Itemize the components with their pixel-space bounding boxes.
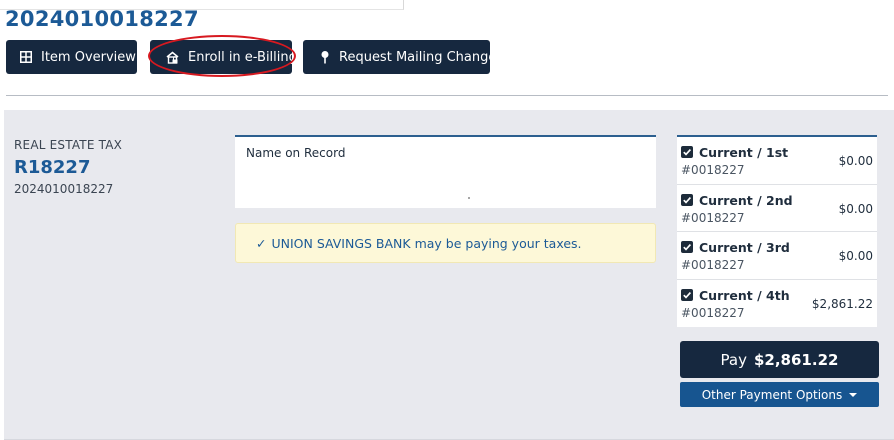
annotation-highlight-ring xyxy=(148,35,296,77)
other-payment-options-label: Other Payment Options xyxy=(701,387,843,402)
installment-number: #0018227 xyxy=(681,163,745,177)
installment-row-3rd[interactable]: Current / 3rd #0018227 $0.00 xyxy=(677,232,877,280)
section-divider xyxy=(6,95,888,96)
other-payment-options-button[interactable]: Other Payment Options xyxy=(680,382,879,407)
installment-row-1st[interactable]: Current / 1st #0018227 $0.00 xyxy=(677,137,877,185)
pay-label: Pay xyxy=(720,350,747,369)
escrow-notice-text: UNION SAVINGS BANK may be paying your ta… xyxy=(271,235,582,251)
escrow-notice: ✓ UNION SAVINGS BANK may be paying your … xyxy=(235,223,656,263)
table-grid-icon xyxy=(20,50,32,64)
installment-title: Current / 4th xyxy=(699,287,790,303)
name-on-record-label: Name on Record xyxy=(246,146,346,160)
installment-number: #0018227 xyxy=(681,258,745,272)
installment-title: Current / 1st xyxy=(699,145,789,160)
installment-amount: $0.00 xyxy=(838,154,873,168)
page-title: 2024010018227 xyxy=(5,7,199,31)
parcel-bill-number: 2024010018227 xyxy=(14,182,114,196)
checkbox-checked-icon[interactable] xyxy=(681,193,693,206)
installment-amount: $2,861.22 xyxy=(811,296,873,311)
name-on-record-card: Name on Record xyxy=(235,135,656,208)
map-pin-icon xyxy=(320,50,330,64)
installment-number: #0018227 xyxy=(681,305,745,320)
checkbox-checked-icon[interactable] xyxy=(681,241,693,253)
installment-amount: $0.00 xyxy=(838,201,873,216)
item-overview-label: Item Overview xyxy=(41,49,136,65)
tax-bill-page: 2024010018227 Item Overview Enroll in e-… xyxy=(0,0,894,440)
checkbox-checked-icon[interactable] xyxy=(681,146,693,158)
parcel-id: R18227 xyxy=(14,157,91,178)
installment-title: Current / 3rd xyxy=(699,240,790,255)
installment-number: #0018227 xyxy=(681,210,745,225)
check-icon: ✓ xyxy=(256,235,267,251)
installment-amount: $0.00 xyxy=(838,249,873,263)
tax-type-label: REAL ESTATE TAX xyxy=(14,138,123,152)
request-mailing-change-button[interactable]: Request Mailing Change xyxy=(303,40,496,74)
item-overview-button[interactable]: Item Overview xyxy=(6,40,137,74)
installment-row-2nd[interactable]: Current / 2nd #0018227 $0.00 xyxy=(677,185,877,232)
caret-down-icon xyxy=(849,393,858,397)
pay-amount: $2,861.22 xyxy=(753,350,839,369)
installment-list: Current / 1st #0018227 $0.00 Current / 2… xyxy=(677,135,877,327)
request-mailing-change-label: Request Mailing Change xyxy=(339,49,497,65)
checkbox-checked-icon[interactable] xyxy=(681,288,693,301)
installment-title: Current / 2nd xyxy=(699,192,793,208)
installment-row-4th[interactable]: Current / 4th #0018227 $2,861.22 xyxy=(677,280,877,328)
pay-button[interactable]: Pay $2,861.22 xyxy=(680,341,879,378)
record-placeholder-dot xyxy=(468,197,470,199)
